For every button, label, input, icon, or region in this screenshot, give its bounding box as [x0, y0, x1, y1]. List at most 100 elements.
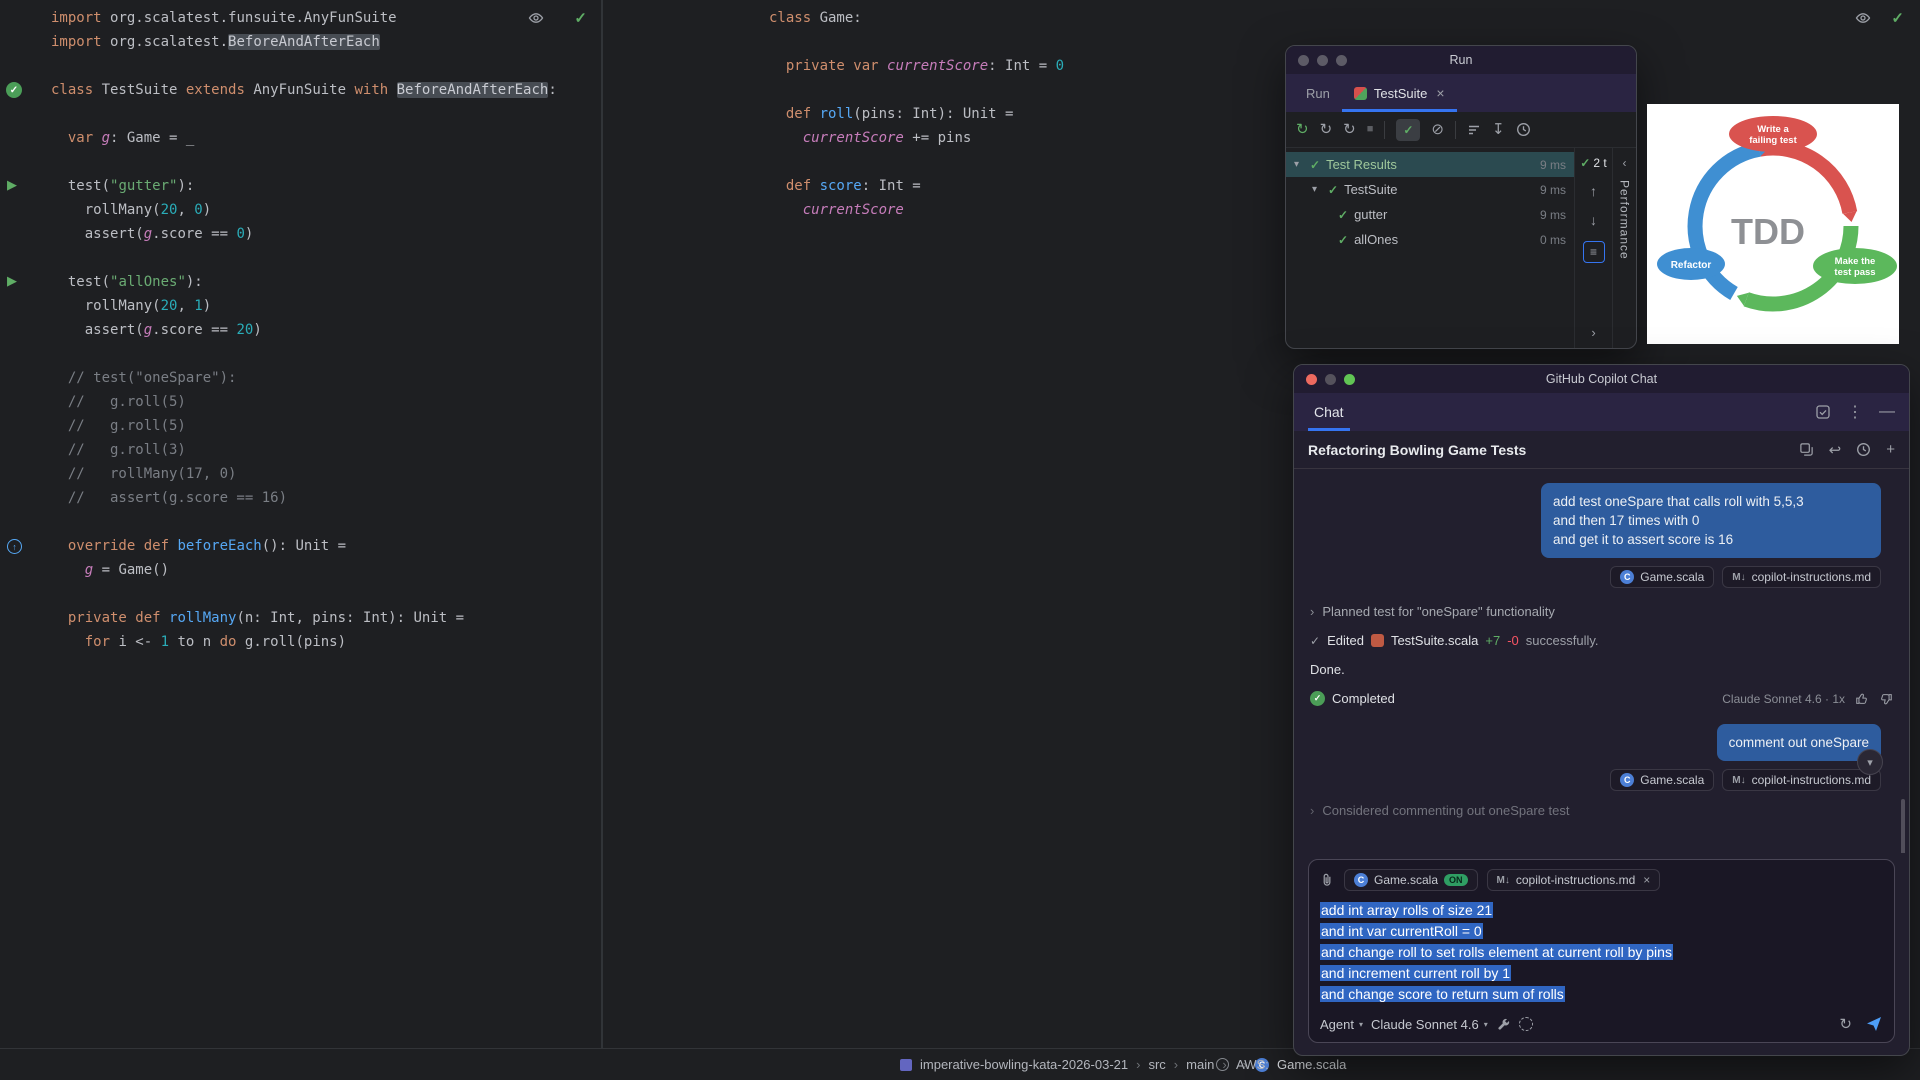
- tdd-label-red-2: failing test: [1749, 135, 1797, 146]
- testsuite-code[interactable]: import org.scalatest.funsuite.AnyFunSuit…: [51, 6, 557, 654]
- breadcrumb-src[interactable]: src: [1148, 1057, 1165, 1072]
- minimize-window-button[interactable]: [1317, 55, 1328, 66]
- chevron-down-icon[interactable]: ▾: [1312, 184, 1322, 195]
- rerun-tests-icon[interactable]: ↻: [1296, 122, 1309, 137]
- inspection-widget: ✓: [1855, 9, 1904, 27]
- attachment-game-scala[interactable]: C Game.scala: [1610, 769, 1714, 791]
- no-problems-icon[interactable]: ✓: [1891, 9, 1904, 27]
- tab-testsuite[interactable]: TestSuite ×: [1342, 74, 1457, 112]
- zoom-window-button[interactable]: [1336, 55, 1347, 66]
- attachment-game-scala[interactable]: C Game.scala: [1610, 566, 1714, 588]
- tree-row-gutter[interactable]: ✓ gutter 9 ms: [1286, 202, 1574, 227]
- chevron-down-icon: ▾: [1484, 1020, 1488, 1029]
- zoom-window-button[interactable]: [1344, 374, 1355, 385]
- performance-tab[interactable]: Performance: [1618, 180, 1632, 260]
- tree-row-testsuite[interactable]: ▾ ✓ TestSuite 9 ms: [1286, 177, 1574, 202]
- model-dropdown[interactable]: Claude Sonnet 4.6 ▾: [1371, 1017, 1488, 1032]
- tree-row-test-results[interactable]: ▾ ✓ Test Results 9 ms: [1286, 152, 1574, 177]
- edited-file-name[interactable]: TestSuite.scala: [1391, 633, 1478, 648]
- passed-count: 2 t: [1593, 156, 1606, 170]
- rerun-failed-tests-icon[interactable]: ↻: [1320, 122, 1333, 137]
- attach-file-icon[interactable]: [1320, 872, 1335, 888]
- tree-row-allones[interactable]: ✓ allOnes 0 ms: [1286, 227, 1574, 252]
- chevron-right-icon[interactable]: ›: [1310, 803, 1314, 818]
- chevron-down-icon[interactable]: ▾: [1294, 159, 1304, 170]
- chat-window-titlebar[interactable]: GitHub Copilot Chat: [1294, 365, 1909, 393]
- send-icon[interactable]: [1865, 1015, 1883, 1033]
- thumbs-down-icon[interactable]: [1879, 692, 1893, 706]
- breadcrumb-main[interactable]: main: [1186, 1057, 1214, 1072]
- run-test-gutter-icon[interactable]: ▶: [7, 177, 17, 193]
- new-chat-icon[interactable]: +: [1886, 441, 1895, 458]
- input-line[interactable]: add int array rolls of size 21: [1320, 900, 1883, 921]
- minimize-window-button[interactable]: [1325, 374, 1336, 385]
- considered-step-row[interactable]: › Considered commenting out oneSpare tes…: [1310, 803, 1893, 818]
- input-line[interactable]: and int var currentRoll = 0: [1320, 921, 1883, 942]
- show-passed-toggle[interactable]: ✓: [1396, 119, 1420, 141]
- toggle-auto-test-icon[interactable]: ↻: [1343, 122, 1356, 137]
- minimize-panel-icon[interactable]: —: [1879, 403, 1895, 421]
- highlighting-eye-icon[interactable]: [1855, 10, 1871, 26]
- message-line: and then 17 times with 0: [1553, 511, 1869, 530]
- class-file-icon: C: [1354, 873, 1368, 887]
- history-icon[interactable]: [1856, 442, 1871, 457]
- select-mode-icon[interactable]: [1815, 404, 1831, 420]
- chat-input-text[interactable]: add int array rolls of size 21 and int v…: [1320, 900, 1883, 1005]
- editor-splitter[interactable]: [601, 0, 603, 1048]
- context-chip-game-scala[interactable]: C Game.scala ON: [1344, 869, 1478, 891]
- no-problems-icon[interactable]: ✓: [574, 9, 587, 27]
- override-method-icon[interactable]: ↑: [7, 539, 22, 554]
- undo-icon[interactable]: ↩: [1829, 441, 1842, 459]
- stop-icon[interactable]: ■: [1367, 124, 1374, 135]
- chevron-right-icon[interactable]: ›: [1310, 604, 1314, 619]
- chat-message-list[interactable]: add test oneSpare that calls roll with 5…: [1294, 469, 1909, 853]
- next-test-icon[interactable]: ↓: [1590, 212, 1597, 228]
- breadcrumb-project[interactable]: imperative-bowling-kata-2026-03-21: [920, 1057, 1128, 1072]
- thumbs-up-icon[interactable]: [1855, 692, 1869, 706]
- chat-input-box[interactable]: C Game.scala ON M↓ copilot-instructions.…: [1308, 859, 1895, 1043]
- attachment-copilot-instructions[interactable]: M↓ copilot-instructions.md: [1722, 769, 1881, 791]
- close-window-button[interactable]: [1298, 55, 1309, 66]
- previous-test-icon[interactable]: ↑: [1590, 183, 1597, 199]
- input-line[interactable]: and change roll to set rolls element at …: [1320, 942, 1883, 963]
- tools-icon[interactable]: [1496, 1017, 1511, 1032]
- input-line[interactable]: and increment current roll by 1: [1320, 963, 1883, 984]
- context-usage-icon[interactable]: [1519, 1017, 1533, 1031]
- model-label: Claude Sonnet 4.6: [1371, 1017, 1479, 1032]
- highlighting-eye-icon[interactable]: [528, 10, 544, 26]
- remove-context-icon[interactable]: ×: [1643, 873, 1650, 887]
- more-options-icon[interactable]: ⋮: [1847, 402, 1863, 422]
- attachments-icon[interactable]: [1799, 442, 1814, 457]
- show-ignored-icon[interactable]: ⊘: [1431, 122, 1444, 137]
- test-history-icon[interactable]: [1516, 122, 1531, 137]
- expand-panel-icon[interactable]: ›: [1591, 325, 1595, 340]
- tab-run[interactable]: Run: [1294, 74, 1342, 112]
- regenerate-icon[interactable]: ↻: [1839, 1015, 1852, 1033]
- close-tab-icon[interactable]: ×: [1436, 85, 1444, 101]
- import-test-results-icon[interactable]: ↧: [1492, 122, 1505, 137]
- collapse-stripe-icon[interactable]: ‹: [1623, 156, 1627, 170]
- attachment-copilot-instructions[interactable]: M↓ copilot-instructions.md: [1722, 566, 1881, 588]
- selected-text: and increment current roll by 1: [1320, 965, 1511, 981]
- mode-dropdown[interactable]: Agent ▾: [1320, 1017, 1363, 1032]
- run-window-titlebar[interactable]: Run: [1286, 46, 1636, 74]
- chat-scrollbar[interactable]: [1901, 799, 1905, 853]
- input-line[interactable]: and change score to return sum of rolls: [1320, 984, 1883, 1005]
- sort-tests-icon[interactable]: [1467, 123, 1481, 137]
- game-code[interactable]: class Game: private var currentScore: In…: [769, 6, 1064, 222]
- selected-text: and change score to return sum of rolls: [1320, 986, 1565, 1002]
- close-window-button[interactable]: [1306, 374, 1317, 385]
- run-test-allones-icon[interactable]: ▶: [7, 273, 17, 289]
- tab-chat[interactable]: Chat: [1308, 393, 1350, 431]
- tab-testsuite-label: TestSuite: [1374, 86, 1427, 101]
- run-class-passed-icon[interactable]: ✓: [6, 82, 22, 98]
- run-side-controls: ✓ 2 t ↑ ↓ ≡ ›: [1574, 148, 1612, 348]
- editor-testsuite[interactable]: ✓ ▶ ▶ ↑ import org.scalatest.funsuite.An…: [0, 0, 601, 1048]
- filter-tests-button[interactable]: ≡: [1583, 241, 1605, 263]
- scroll-to-bottom-button[interactable]: ▾: [1857, 749, 1883, 775]
- breadcrumb-file[interactable]: Game.scala: [1277, 1057, 1346, 1072]
- aws-status-item[interactable]: AWS:: [1216, 1049, 1269, 1080]
- context-chip-copilot-instructions[interactable]: M↓ copilot-instructions.md ×: [1487, 869, 1661, 891]
- planned-step-row[interactable]: › Planned test for "oneSpare" functional…: [1310, 604, 1893, 619]
- run-window-body: ▾ ✓ Test Results 9 ms ▾ ✓ TestSuite 9 ms…: [1286, 148, 1636, 348]
